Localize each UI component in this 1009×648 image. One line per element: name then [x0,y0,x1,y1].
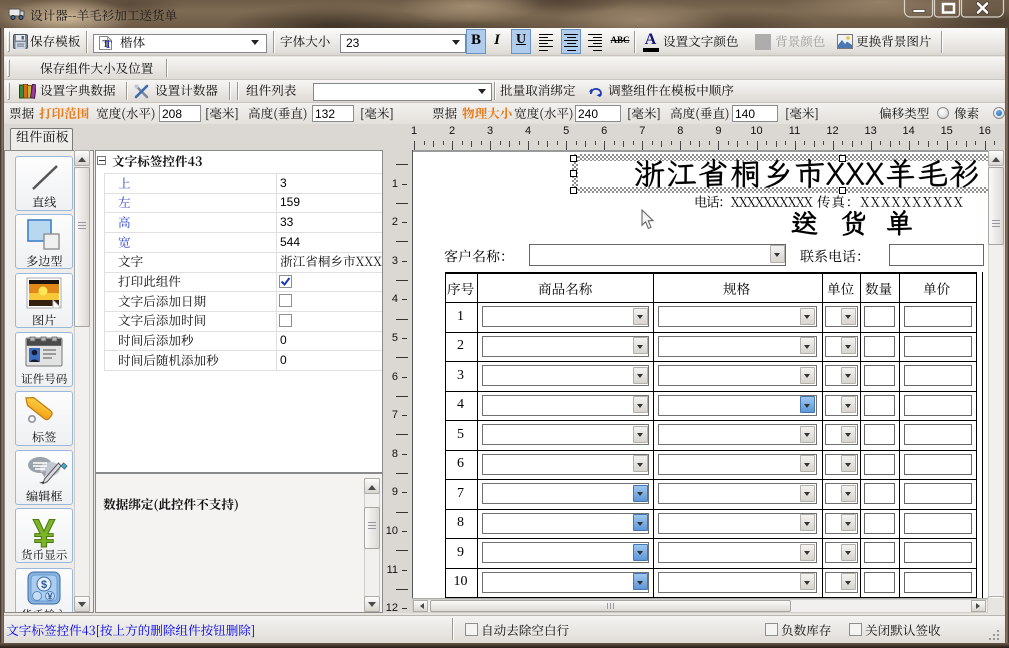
svg-text:T: T [105,39,113,50]
svg-text:¥: ¥ [33,512,56,553]
svg-text:¥: ¥ [47,592,52,602]
svg-text:$: $ [41,579,47,591]
